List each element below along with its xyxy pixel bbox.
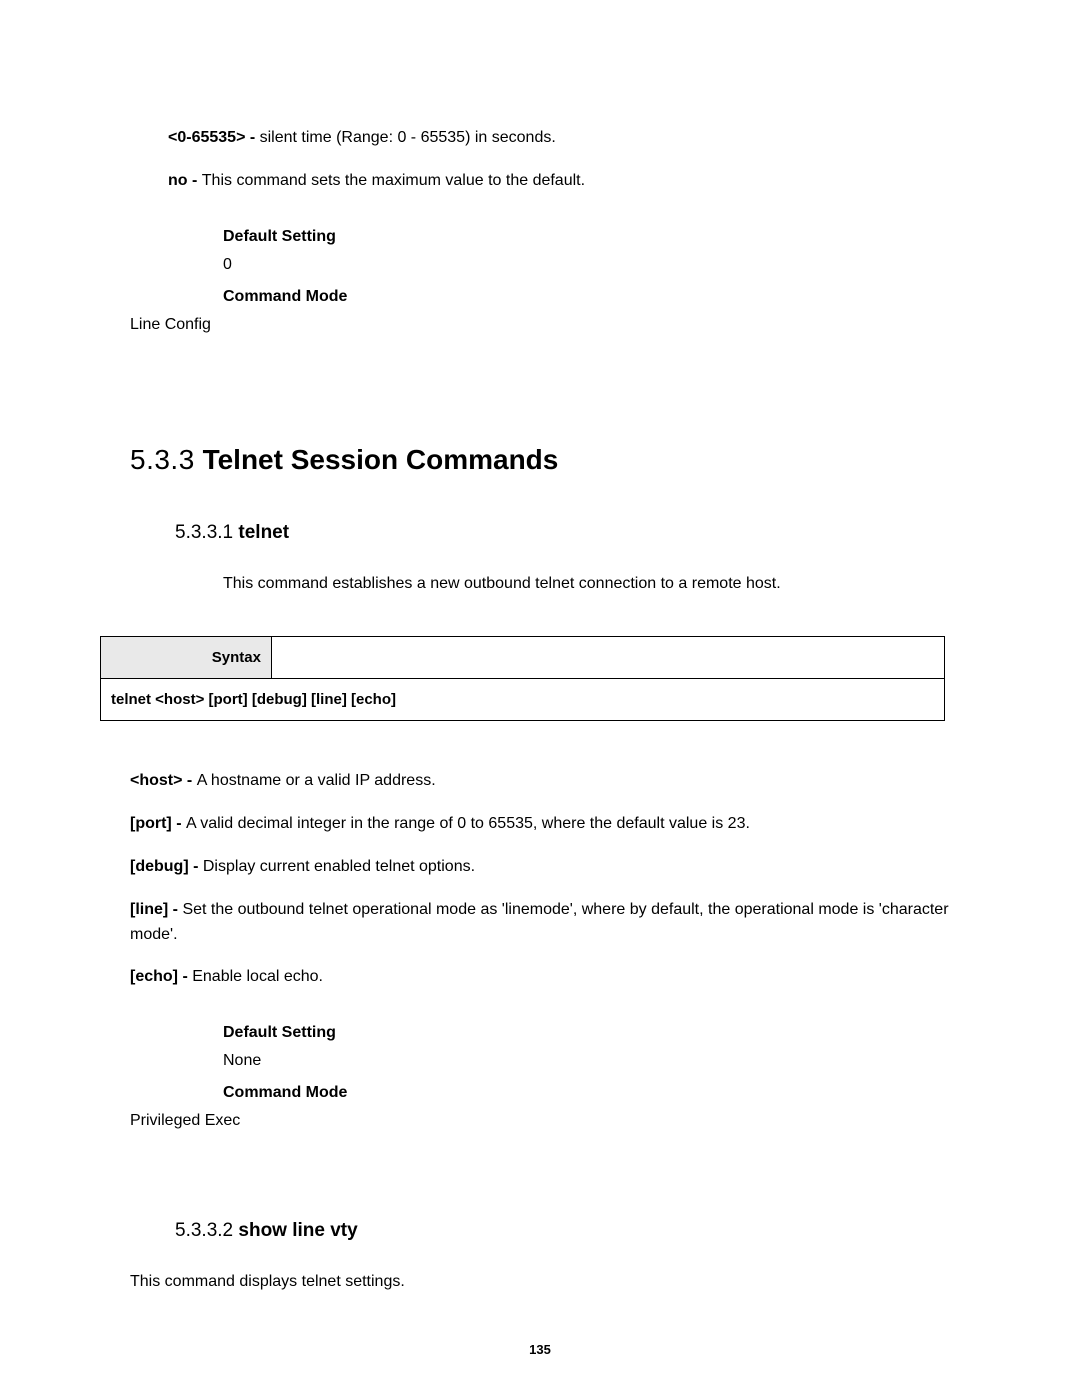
default-setting-value: 0: [223, 256, 970, 274]
param-no: no - This command sets the maximum value…: [168, 169, 970, 194]
param-host: <host> - A hostname or a valid IP addres…: [130, 769, 970, 794]
section-heading: 5.3.3 Telnet Session Commands: [130, 444, 970, 476]
param-port: [port] - A valid decimal integer in the …: [130, 812, 970, 837]
syntax-body-text: telnet <host> [port] [debug] [line] [ech…: [101, 679, 945, 721]
subsection-1-command-mode-label: Command Mode: [223, 1084, 970, 1102]
page-number: 135: [0, 1342, 1080, 1357]
param-no-desc: This command sets the maximum value to t…: [202, 172, 585, 189]
param-no-name: no -: [168, 172, 202, 189]
param-debug-name: [debug] -: [130, 858, 203, 875]
subsection-2-name: show line vty: [238, 1220, 357, 1241]
param-debug-desc: Display current enabled telnet options.: [203, 858, 475, 875]
subsection-2-description: This command displays telnet settings.: [130, 1270, 970, 1295]
param-echo-desc: Enable local echo.: [192, 968, 323, 985]
param-line-desc: Set the outbound telnet operational mode…: [130, 901, 949, 943]
param-debug: [debug] - Display current enabled telnet…: [130, 855, 970, 880]
param-range-desc: silent time (Range: 0 - 65535) in second…: [260, 129, 556, 146]
subsection-1-default-setting-label: Default Setting: [223, 1024, 970, 1042]
param-host-name: <host> -: [130, 772, 197, 789]
param-port-name: [port] -: [130, 815, 186, 832]
syntax-header-label: Syntax: [101, 637, 272, 679]
subsection-1-description: This command establishes a new outbound …: [223, 572, 970, 597]
top-params: <0-65535> - silent time (Range: 0 - 6553…: [168, 126, 970, 194]
subsection-1-default-block: Default Setting None Command Mode: [223, 1024, 970, 1102]
param-line-name: [line] -: [130, 901, 182, 918]
syntax-body-row: telnet <host> [port] [debug] [line] [ech…: [101, 679, 945, 721]
param-range-name: <0-65535> -: [168, 129, 260, 146]
section-title-text: Telnet Session Commands: [203, 444, 559, 475]
subsection-1-number: 5.3.3.1: [175, 522, 233, 543]
syntax-header-row: Syntax: [101, 637, 945, 679]
subsection-1-command-mode-value: Privileged Exec: [130, 1112, 970, 1130]
syntax-table-wrap: Syntax telnet <host> [port] [debug] [lin…: [130, 636, 970, 721]
command-mode-value: Line Config: [130, 316, 970, 334]
top-default-block: Default Setting 0 Command Mode: [223, 228, 970, 306]
subsection-1-params: <host> - A hostname or a valid IP addres…: [130, 769, 970, 990]
subsection-1-name: telnet: [238, 522, 289, 543]
param-host-desc: A hostname or a valid IP address.: [197, 772, 436, 789]
default-setting-label: Default Setting: [223, 228, 970, 246]
param-line: [line] - Set the outbound telnet operati…: [130, 898, 970, 948]
section-number: 5.3.3: [130, 444, 195, 475]
syntax-header-empty: [272, 637, 945, 679]
page-container: <0-65535> - silent time (Range: 0 - 6553…: [0, 0, 1080, 1397]
param-port-desc: A valid decimal integer in the range of …: [186, 815, 750, 832]
param-echo: [echo] - Enable local echo.: [130, 965, 970, 990]
param-echo-name: [echo] -: [130, 968, 192, 985]
syntax-table: Syntax telnet <host> [port] [debug] [lin…: [100, 636, 945, 721]
command-mode-label: Command Mode: [223, 288, 970, 306]
subsection-1-default-setting-value: None: [223, 1052, 970, 1070]
subsection-1-heading: 5.3.3.1 telnet: [175, 522, 970, 544]
param-range: <0-65535> - silent time (Range: 0 - 6553…: [168, 126, 970, 151]
subsection-2-number: 5.3.3.2: [175, 1220, 233, 1241]
subsection-2-heading: 5.3.3.2 show line vty: [175, 1220, 970, 1242]
